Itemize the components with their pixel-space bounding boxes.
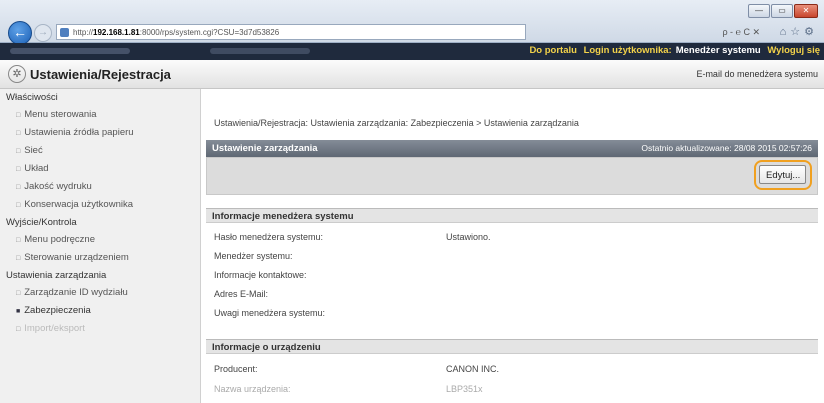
device-name-blur — [210, 48, 310, 54]
sidebar-section-title: Wyjście/Kontrola — [6, 217, 77, 228]
sidebar-item-device-control[interactable]: Sterowanie urządzeniem — [0, 249, 200, 267]
field-label: Uwagi menedżera systemu: — [214, 308, 326, 318]
browser-toolbar: — ▭ ✕ ← → http://192.168.1.81:8000/rps/s… — [0, 0, 824, 45]
sidebar-item-layout[interactable]: Układ — [0, 160, 200, 178]
search-refresh-controls[interactable]: ρ - ℮ C ✕ — [530, 24, 760, 40]
settings-gear-icon[interactable]: ⚙ — [804, 26, 818, 38]
field-label: Nazwa urządzenia: — [214, 384, 291, 394]
maximize-button[interactable]: ▭ — [771, 4, 793, 18]
close-button[interactable]: ✕ — [794, 4, 818, 18]
back-arrow-icon[interactable]: ← — [8, 21, 32, 45]
panel-toolbar — [206, 157, 818, 195]
panel-title: Ustawienie zarządzania — [212, 143, 318, 154]
sidebar-item-user-maintenance[interactable]: Konserwacja użytkownika — [0, 196, 200, 214]
edit-button[interactable]: Edytuj... — [759, 165, 806, 184]
field-value: LBP351x — [446, 384, 483, 394]
field-value: Ustawiono. — [446, 232, 491, 242]
address-bar[interactable]: http://192.168.1.81:8000/rps/system.cgi?… — [56, 24, 526, 40]
sidebar-item-network[interactable]: Sieć — [0, 142, 200, 160]
sidebar-item-import-export[interactable]: Import/eksport — [0, 320, 200, 338]
field-label: Adres E-Mail: — [214, 289, 269, 299]
field-label: Hasło menedżera systemu: — [214, 232, 324, 242]
last-updated: Ostatnio aktualizowane: 28/08 2015 02:57… — [641, 143, 812, 153]
logout-link[interactable]: Wyloguj się — [767, 45, 820, 56]
page-title-bar: ✲ Ustawienia/Rejestracja E-mail do mened… — [0, 60, 824, 89]
field-label: Menedżer systemu: — [214, 251, 293, 261]
sidebar-item-department-id[interactable]: Zarządzanie ID wydziału — [0, 284, 200, 302]
field-label: Informacje kontaktowe: — [214, 270, 307, 280]
settings-icon: ✲ — [8, 65, 26, 83]
manager-info-header: Informacje menedżera systemu — [206, 208, 818, 223]
device-info-header: Informacje o urządzeniu — [206, 339, 818, 354]
sidebar-item-print-quality[interactable]: Jakość wydruku — [0, 178, 200, 196]
favorites-star-icon[interactable]: ☆ — [790, 26, 804, 38]
sidebar-section-title: Właściwości — [6, 92, 58, 103]
email-manager-link[interactable]: E-mail do menedżera systemu — [696, 69, 818, 79]
login-label: Login użytkownika: — [583, 45, 672, 56]
window-controls: — ▭ ✕ — [748, 4, 818, 18]
field-value: CANON INC. — [446, 364, 500, 374]
home-icon[interactable]: ⌂ — [780, 26, 791, 38]
sidebar: Właściwości Menu sterowania Ustawienia ź… — [0, 89, 201, 403]
portal-link[interactable]: Do portalu — [529, 45, 577, 56]
settings-panel-header: Ustawienie zarządzania Ostatnio aktualiz… — [206, 140, 818, 157]
page-icon — [60, 28, 69, 37]
product-name-blur — [10, 48, 130, 54]
breadcrumb: Ustawienia/Rejestracja: Ustawienia zarzą… — [214, 118, 579, 128]
login-user: Menedżer systemu — [675, 45, 761, 56]
sidebar-item-security[interactable]: Zabezpieczenia — [0, 302, 200, 320]
sidebar-section-title: Ustawienia zarządzania — [6, 270, 107, 281]
forward-arrow-icon[interactable]: → — [34, 24, 52, 42]
sidebar-item-menu[interactable]: Menu sterowania — [0, 106, 200, 124]
page-title: Ustawienia/Rejestracja — [30, 67, 171, 82]
sidebar-item-quick-menu[interactable]: Menu podręczne — [0, 231, 200, 249]
field-label: Producent: — [214, 364, 258, 374]
remote-ui-header: Do portalu Login użytkownika: Menedżer sy… — [0, 43, 824, 60]
minimize-button[interactable]: — — [748, 4, 770, 18]
sidebar-item-paper-source[interactable]: Ustawienia źródła papieru — [0, 124, 200, 142]
